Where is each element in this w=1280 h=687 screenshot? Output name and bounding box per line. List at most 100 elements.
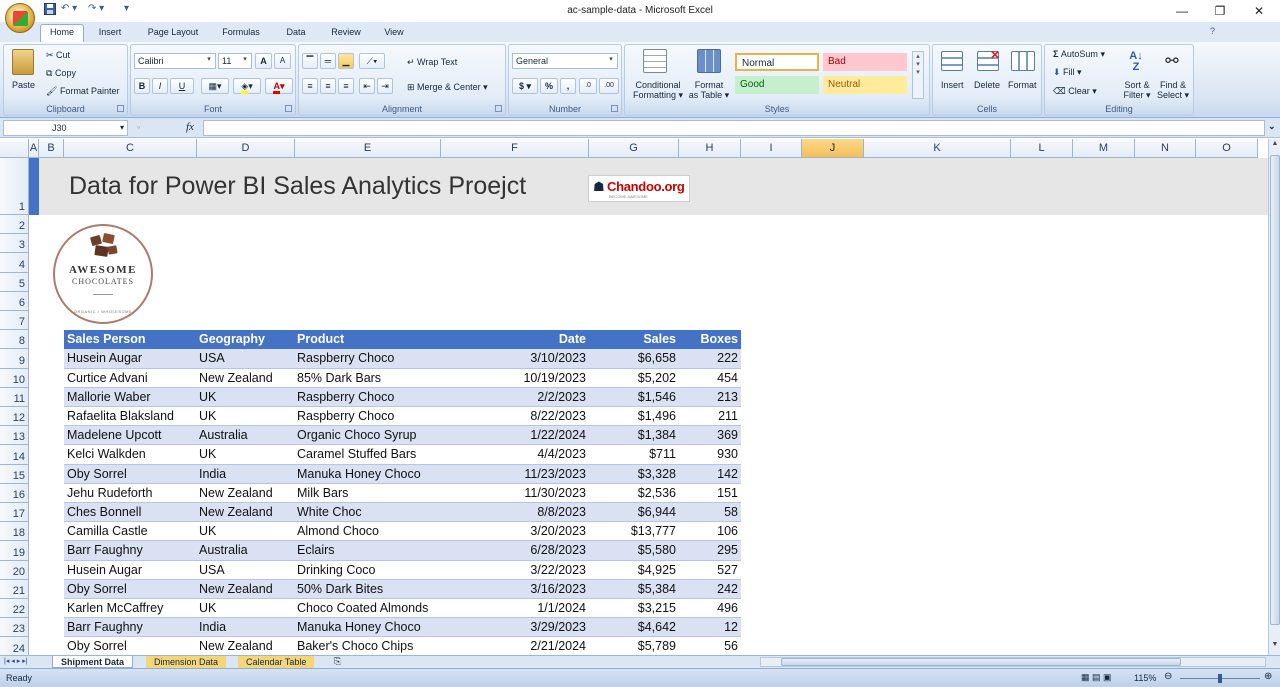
table-cell[interactable]: Karlen McCaffrey xyxy=(64,599,197,618)
format-as-table-button[interactable]: Format as Table ▾ xyxy=(685,80,733,101)
table-cell[interactable]: Manuka Honey Choco xyxy=(294,618,441,637)
table-cell[interactable]: 12 xyxy=(679,618,741,637)
vertical-scrollbar[interactable]: ▲ ▼ xyxy=(1268,139,1280,655)
table-cell[interactable]: 11/30/2023 xyxy=(441,484,589,503)
table-cell[interactable]: India xyxy=(196,465,294,484)
table-cell[interactable]: 369 xyxy=(679,426,741,445)
table-cell[interactable]: Raspberry Choco xyxy=(294,388,441,407)
table-cell[interactable]: 3/22/2023 xyxy=(441,561,589,580)
sheet-tab-shipment-data[interactable]: Shipment Data xyxy=(52,656,134,668)
autosum-button[interactable]: Σ AutoSum ▾ xyxy=(1053,49,1105,60)
table-cell[interactable]: $6,658 xyxy=(589,349,679,368)
column-header-i[interactable]: I xyxy=(741,139,802,158)
column-header-c[interactable]: C xyxy=(64,139,197,158)
zoom-in-icon[interactable]: ⊕ xyxy=(1264,671,1272,682)
horizontal-scrollbar[interactable] xyxy=(760,657,1266,667)
tab-page-layout[interactable]: Page Layout xyxy=(140,25,206,42)
table-cell[interactable]: New Zealand xyxy=(196,369,294,388)
merge-center-button[interactable]: ⊞ Merge & Center ▾ xyxy=(407,82,488,93)
table-cell[interactable]: 454 xyxy=(679,369,741,388)
column-header-g[interactable]: G xyxy=(589,139,679,158)
table-cell[interactable]: $5,202 xyxy=(589,369,679,388)
sort-filter-button[interactable]: Sort & Filter ▾ xyxy=(1121,80,1153,101)
table-cell[interactable]: Australia xyxy=(196,426,294,445)
format-cells-button[interactable]: Format xyxy=(1008,80,1037,90)
table-cell[interactable]: New Zealand xyxy=(196,637,294,655)
align-top-button[interactable]: ▔ xyxy=(302,53,318,69)
table-cell[interactable]: 3/29/2023 xyxy=(441,618,589,637)
row-header-15[interactable]: 15 xyxy=(0,464,29,484)
insert-sheet-icon[interactable]: ⎘ xyxy=(334,656,341,667)
fill-button[interactable]: ⬇ Fill ▾ xyxy=(1053,67,1082,78)
cut-button[interactable]: ✂ Cut xyxy=(46,50,70,61)
delete-cells-button[interactable]: Delete xyxy=(974,80,1000,90)
table-cell[interactable]: Jehu Rudeforth xyxy=(64,484,197,503)
styles-gallery-scroll[interactable]: ▴ ▾ ▾ xyxy=(912,51,924,99)
table-cell[interactable]: $1,384 xyxy=(589,426,679,445)
style-good[interactable]: Good xyxy=(735,76,819,94)
style-normal[interactable]: Normal xyxy=(735,53,819,71)
table-cell[interactable]: 222 xyxy=(679,349,741,368)
table-cell[interactable]: 242 xyxy=(679,580,741,599)
table-cell[interactable]: $1,496 xyxy=(589,407,679,426)
column-header-m[interactable]: M xyxy=(1073,139,1135,158)
chandoo-logo[interactable]: ☗ Chandoo.org BECOME AWESOME xyxy=(588,175,690,202)
number-format-select[interactable]: General ▾ xyxy=(512,53,618,69)
row-header-11[interactable]: 11 xyxy=(0,387,29,407)
cancel-formula-icon[interactable]: ◦ xyxy=(137,122,140,132)
row-header-17[interactable]: 17 xyxy=(0,503,29,523)
row-header-6[interactable]: 6 xyxy=(0,291,29,311)
table-cell[interactable]: 106 xyxy=(679,522,741,541)
tab-insert[interactable]: Insert xyxy=(88,25,132,42)
tab-home[interactable]: Home xyxy=(40,24,84,42)
table-cell[interactable]: Husein Augar xyxy=(64,349,197,368)
table-cell[interactable]: UK xyxy=(196,445,294,464)
grow-font-button[interactable]: A xyxy=(255,53,272,69)
insert-cells-button[interactable]: Insert xyxy=(941,80,964,90)
table-cell[interactable]: Madelene Upcott xyxy=(64,426,197,445)
column-header-a[interactable]: A xyxy=(29,139,39,158)
table-cell[interactable]: White Choc xyxy=(294,503,441,522)
shrink-font-button[interactable]: A xyxy=(274,53,291,69)
tab-view[interactable]: View xyxy=(376,25,412,42)
sheet-nav-arrows-icon[interactable]: |◂ ◂ ▸ ▸| xyxy=(4,657,28,665)
table-cell[interactable]: Eclairs xyxy=(294,541,441,560)
table-cell[interactable]: 213 xyxy=(679,388,741,407)
table-cell[interactable]: Drinking Coco xyxy=(294,561,441,580)
table-cell[interactable]: $3,328 xyxy=(589,465,679,484)
column-header-o[interactable]: O xyxy=(1196,139,1258,158)
table-cell[interactable]: New Zealand xyxy=(196,503,294,522)
decrease-decimal-button[interactable]: .00 xyxy=(599,78,619,94)
table-cell[interactable]: Raspberry Choco xyxy=(294,407,441,426)
table-cell[interactable]: Oby Sorrel xyxy=(64,465,197,484)
table-cell[interactable]: Manuka Honey Choco xyxy=(294,465,441,484)
paste-button[interactable]: Paste xyxy=(12,80,35,90)
align-bottom-button[interactable]: ▁ xyxy=(338,53,354,69)
table-cell[interactable]: 151 xyxy=(679,484,741,503)
table-cell[interactable]: USA xyxy=(196,561,294,580)
column-header-d[interactable]: D xyxy=(197,139,295,158)
row-header-3[interactable]: 3 xyxy=(0,234,29,254)
row-header-16[interactable]: 16 xyxy=(0,483,29,503)
table-cell[interactable]: Oby Sorrel xyxy=(64,580,197,599)
table-cell[interactable]: $5,580 xyxy=(589,541,679,560)
scroll-down-icon[interactable]: ▼ xyxy=(1270,641,1280,652)
column-header-b[interactable]: B xyxy=(39,139,64,158)
undo-button[interactable]: ↶ ▾ xyxy=(61,3,77,17)
row-header-4[interactable]: 4 xyxy=(0,253,29,273)
number-launcher-icon[interactable] xyxy=(611,105,618,112)
table-cell[interactable]: $3,215 xyxy=(589,599,679,618)
table-header-cell[interactable]: Product xyxy=(294,330,441,349)
insert-function-button[interactable]: fx xyxy=(186,121,194,133)
row-header-2[interactable]: 2 xyxy=(0,215,29,235)
table-cell[interactable]: 295 xyxy=(679,541,741,560)
table-cell[interactable]: 142 xyxy=(679,465,741,484)
style-neutral[interactable]: Neutral xyxy=(823,76,907,94)
percent-button[interactable]: % xyxy=(540,78,558,94)
table-cell[interactable]: Curtice Advani xyxy=(64,369,197,388)
table-cell[interactable]: $5,384 xyxy=(589,580,679,599)
table-cell[interactable]: 496 xyxy=(679,599,741,618)
row-header-23[interactable]: 23 xyxy=(0,618,29,638)
table-cell[interactable]: Raspberry Choco xyxy=(294,349,441,368)
column-header-e[interactable]: E xyxy=(295,139,441,158)
